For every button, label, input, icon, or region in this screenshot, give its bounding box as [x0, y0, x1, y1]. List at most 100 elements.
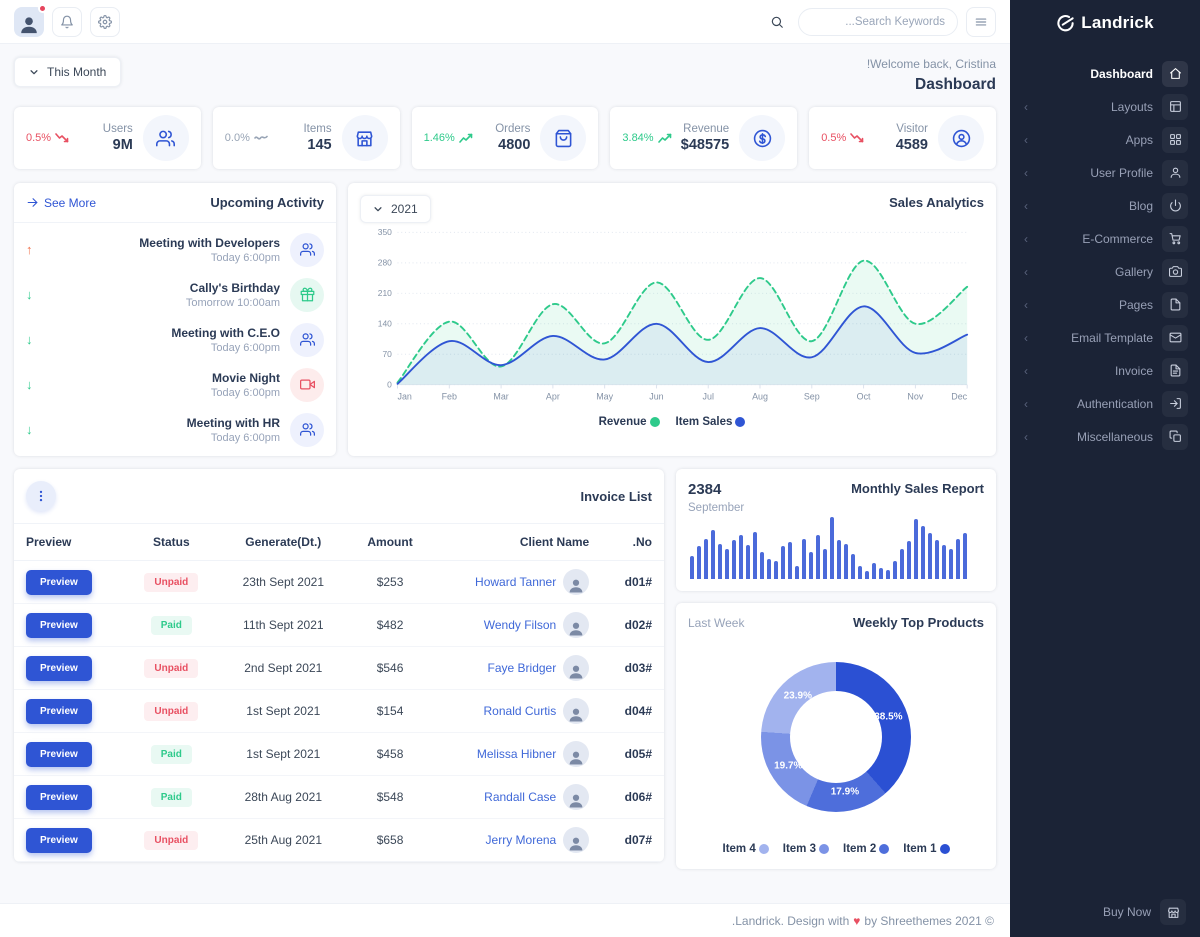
- trend-flat-icon: 0.0%: [225, 132, 268, 144]
- preview-button[interactable]: Preview: [26, 613, 92, 638]
- bell-button[interactable]: [52, 7, 82, 37]
- sidebar-item-miscellaneous[interactable]: ‹Miscellaneous: [1010, 420, 1200, 453]
- activity-item[interactable]: ↓Meeting with C.E.OToday 6:00pm: [26, 317, 324, 362]
- year-dropdown[interactable]: 2021: [360, 195, 431, 223]
- activity-item[interactable]: ↓Cally's BirthdayTomorrow 10:00am: [26, 272, 324, 317]
- status-badge: Unpaid: [144, 702, 198, 721]
- power-icon: [1162, 193, 1188, 219]
- legend-item-item-1[interactable]: Item 1: [903, 843, 949, 855]
- preview-button[interactable]: Preview: [26, 699, 92, 724]
- table-row: PreviewUnpaid1st Sept 2021$154Ronald Cur…: [14, 690, 664, 733]
- see-more-link[interactable]: See More: [26, 196, 96, 210]
- shop-icon[interactable]: [1160, 899, 1186, 925]
- client-link[interactable]: Ronald Curtis: [484, 704, 557, 718]
- sidebar-item-user-profile[interactable]: ‹User Profile: [1010, 156, 1200, 189]
- monthly-total: 2384: [688, 481, 744, 498]
- sidebar-item-email-template[interactable]: ‹Email Template: [1010, 321, 1200, 354]
- chevron-down-icon: [373, 204, 383, 214]
- sidebar-item-e-commerce[interactable]: ‹E-Commerce: [1010, 222, 1200, 255]
- legend-item-revenue[interactable]: Revenue: [599, 416, 660, 428]
- invoice-date: 25th Aug 2021: [219, 819, 348, 862]
- svg-text:350: 350: [378, 227, 392, 237]
- settings-button[interactable]: [90, 7, 120, 37]
- bottom-grid: Invoice List PreviewStatusGenerate(Dt.)A…: [14, 469, 996, 869]
- svg-text:Jun: Jun: [649, 392, 663, 402]
- sales-bar: [935, 540, 939, 579]
- activity-item[interactable]: ↓Movie NightToday 6:00pm: [26, 362, 324, 407]
- invoice-amount: $546: [348, 647, 433, 690]
- sales-bar: [963, 533, 967, 579]
- svg-text:280: 280: [378, 258, 392, 268]
- preview-button[interactable]: Preview: [26, 785, 92, 810]
- sidebar-item-pages[interactable]: ‹Pages: [1010, 288, 1200, 321]
- grid-icon: [1162, 127, 1188, 153]
- search-input[interactable]: [798, 8, 958, 36]
- legend-item-item-4[interactable]: Item 4: [723, 843, 769, 855]
- middle-grid: See More Upcoming Activity ↑Meeting with…: [14, 183, 996, 455]
- mail-icon: [1162, 325, 1188, 351]
- donut-slice-label: 38.5%: [874, 711, 902, 722]
- sidebar-item-blog[interactable]: ‹Blog: [1010, 189, 1200, 222]
- activity-item[interactable]: ↑Meeting with DevelopersToday 6:00pm: [26, 227, 324, 272]
- activity-item[interactable]: ↓Meeting with HRToday 6:00pm: [26, 407, 324, 452]
- preview-button[interactable]: Preview: [26, 828, 92, 853]
- invoice-table-header: PreviewStatusGenerate(Dt.)AmountClient N…: [14, 524, 664, 561]
- sales-bar: [872, 563, 876, 579]
- trend-down-icon: 0.5%: [821, 132, 864, 144]
- invoice-date: 11th Sept 2021: [219, 604, 348, 647]
- sidebar-item-layouts[interactable]: ‹Layouts: [1010, 90, 1200, 123]
- analytics-title: Sales Analytics: [889, 195, 984, 210]
- sidebar-item-dashboard[interactable]: Dashboard: [1010, 57, 1200, 90]
- sales-bar: [879, 568, 883, 579]
- legend-item-item-2[interactable]: Item 2: [843, 843, 889, 855]
- buy-now-label[interactable]: Buy Now: [1103, 905, 1151, 919]
- period-dropdown[interactable]: This Month: [14, 57, 121, 87]
- client-avatar: [563, 569, 589, 595]
- client-link[interactable]: Melissa Hibner: [477, 747, 556, 761]
- preview-button[interactable]: Preview: [26, 570, 92, 595]
- page-header-row: This Month !Welcome back, Cristina Dashb…: [14, 57, 996, 94]
- brand[interactable]: Landrick: [1010, 0, 1200, 43]
- upcoming-activity-card: See More Upcoming Activity ↑Meeting with…: [14, 183, 336, 456]
- page-title: Dashboard: [867, 76, 996, 94]
- preview-button[interactable]: Preview: [26, 742, 92, 767]
- topbar: [0, 0, 1010, 44]
- sidebar-item-label: Layouts: [1038, 100, 1153, 114]
- footer-text-suffix: by Shreethemes 2021 ©: [864, 914, 994, 928]
- preview-button[interactable]: Preview: [26, 656, 92, 681]
- client-link[interactable]: Faye Bridger: [488, 661, 557, 675]
- search-icon[interactable]: [764, 9, 790, 35]
- dollar-icon: [739, 115, 785, 161]
- chevron-left-icon: ‹: [1024, 265, 1038, 279]
- sales-bar: [795, 566, 799, 579]
- sales-bar: [809, 552, 813, 579]
- client-avatar: [563, 655, 589, 681]
- client-link[interactable]: Wendy Filson: [484, 618, 556, 632]
- right-column: 2384 September Monthly Sales Report Last…: [676, 469, 996, 869]
- menu-toggle-button[interactable]: [966, 7, 996, 37]
- sidebar-item-apps[interactable]: ‹Apps: [1010, 123, 1200, 156]
- activity-title: Meeting with C.E.O: [171, 326, 280, 340]
- more-options-button[interactable]: [26, 481, 56, 511]
- sales-bar: [886, 570, 890, 579]
- activity-time: Today 6:00pm: [211, 432, 280, 444]
- svg-text:Nov: Nov: [907, 392, 923, 402]
- client-link[interactable]: Randall Case: [484, 790, 556, 804]
- legend-item-item-sales[interactable]: Item Sales: [676, 416, 746, 428]
- legend-item-item-3[interactable]: Item 3: [783, 843, 829, 855]
- svg-text:Sep: Sep: [804, 392, 820, 402]
- client-link[interactable]: Howard Tanner: [475, 575, 556, 589]
- legend-dot: [879, 844, 889, 854]
- sidebar-item-gallery[interactable]: ‹Gallery: [1010, 255, 1200, 288]
- user-avatar[interactable]: [14, 7, 44, 37]
- sidebar-item-authentication[interactable]: ‹Authentication: [1010, 387, 1200, 420]
- stat-label: Orders: [495, 123, 530, 135]
- sidebar-item-invoice[interactable]: ‹Invoice: [1010, 354, 1200, 387]
- period-label: This Month: [47, 65, 106, 79]
- arrow-down-icon: ↓: [26, 332, 46, 347]
- svg-text:May: May: [596, 392, 613, 402]
- invoice-amount: $154: [348, 690, 433, 733]
- client-link[interactable]: Jerry Morena: [486, 833, 557, 847]
- invoice-amount: $548: [348, 776, 433, 819]
- weekly-title: Weekly Top Products: [853, 615, 984, 630]
